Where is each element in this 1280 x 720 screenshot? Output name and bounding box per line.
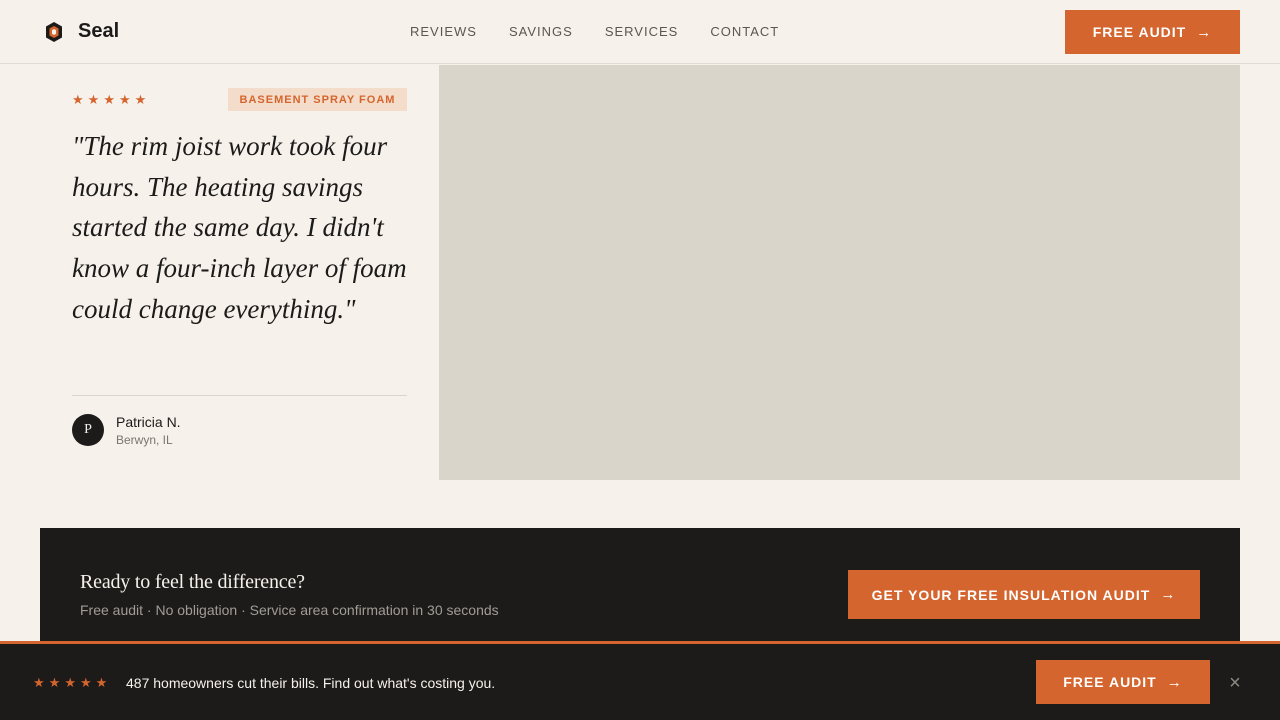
star-icon: ★ xyxy=(72,92,84,107)
service-tag: BASEMENT SPRAY FOAM xyxy=(228,88,407,111)
header-free-audit-label: FREE AUDIT xyxy=(1092,24,1187,40)
cta-band: Ready to feel the difference? Free audit… xyxy=(40,528,1240,644)
main-nav: REVIEWS SAVINGS SERVICES CONTACT xyxy=(410,24,811,39)
author-name: Patricia N. xyxy=(116,414,181,430)
site-header: Seal REVIEWS SAVINGS SERVICES CONTACT FR… xyxy=(0,0,1280,64)
star-icon: ★ xyxy=(134,92,147,107)
close-icon[interactable]: × xyxy=(1226,673,1244,693)
brand-name: Seal xyxy=(78,20,120,42)
divider xyxy=(72,395,407,396)
star-icon: ★ xyxy=(33,675,45,690)
brand-logo-link[interactable]: Seal xyxy=(44,20,119,43)
testimonial-quote: "The rim joist work took four hours. The… xyxy=(72,131,407,324)
get-free-audit-button[interactable]: GET YOUR FREE INSULATION AUDIT → xyxy=(848,570,1200,619)
header-free-audit-button[interactable]: FREE AUDIT → xyxy=(1065,10,1240,54)
author-location: Berwyn, IL xyxy=(116,433,173,447)
sticky-button-label: FREE AUDIT xyxy=(1063,674,1157,690)
cta-subtitle: Free audit · No obligation · Service are… xyxy=(80,602,499,618)
star-icon: ★ xyxy=(103,92,115,107)
arrow-right-icon: → xyxy=(1166,673,1183,691)
sticky-promo-bar: ★ ★ ★ ★ ★ 487 homeowners cut their bills… xyxy=(0,641,1280,720)
nav-reviews[interactable]: REVIEWS xyxy=(410,24,477,39)
star-icon: ★ xyxy=(48,675,61,690)
hexagon-shield-icon xyxy=(44,21,64,43)
arrow-right-icon: → xyxy=(1160,586,1177,603)
nav-contact[interactable]: CONTACT xyxy=(710,24,779,39)
star-icon: ★ xyxy=(87,92,100,107)
avatar: P xyxy=(72,414,104,446)
cta-title: Ready to feel the difference? xyxy=(80,571,305,593)
star-icon: ★ xyxy=(64,675,76,690)
star-icon: ★ xyxy=(95,675,108,690)
star-icon: ★ xyxy=(79,675,92,690)
sticky-free-audit-button[interactable]: FREE AUDIT → xyxy=(1036,660,1210,704)
arrow-right-icon: → xyxy=(1196,23,1213,41)
sticky-text: 487 homeowners cut their bills. Find out… xyxy=(126,675,496,691)
testimonial-image xyxy=(439,65,1240,480)
testimonial-rating: ★ ★ ★ ★ ★ xyxy=(72,92,146,108)
star-icon: ★ xyxy=(118,92,131,107)
cta-button-label: GET YOUR FREE INSULATION AUDIT xyxy=(871,586,1151,603)
nav-savings[interactable]: SAVINGS xyxy=(509,24,573,39)
nav-services[interactable]: SERVICES xyxy=(605,24,679,39)
sticky-rating: ★ ★ ★ ★ ★ xyxy=(33,675,107,691)
